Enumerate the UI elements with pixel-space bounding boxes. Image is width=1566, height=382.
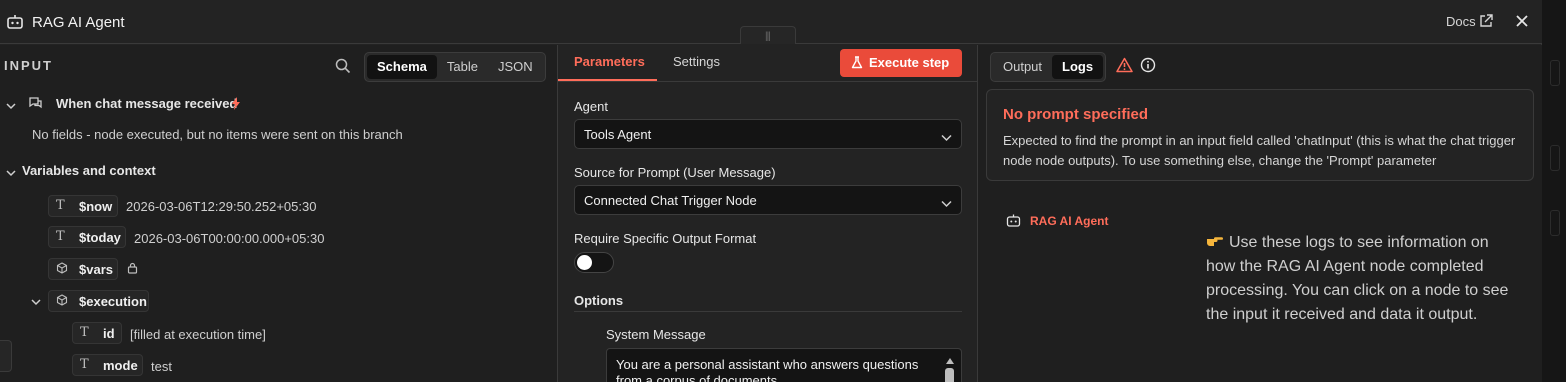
output-format-label: Require Specific Output Format: [574, 231, 757, 246]
tab-settings[interactable]: Settings: [673, 54, 720, 69]
logs-hint: Use these logs to see information on how…: [1206, 231, 1516, 327]
var-today-value: 2026-03-06T00:00:00.000+05:30: [134, 231, 325, 246]
trigger-empty-note: No fields - node executed, but no items …: [32, 127, 403, 142]
agent-label: Agent: [574, 99, 608, 114]
panel-collapse-handle[interactable]: [0, 340, 12, 372]
scroll-up-icon[interactable]: [945, 353, 955, 368]
lock-icon: [127, 262, 138, 277]
input-view-switcher: Schema Table JSON: [364, 52, 546, 82]
var-mode-name: mode: [103, 358, 138, 373]
var-execution-pill[interactable]: $execution: [48, 290, 149, 312]
text-type-icon: T: [56, 229, 65, 244]
agent-select-value: Tools Agent: [584, 127, 652, 142]
cube-icon: [56, 262, 68, 278]
close-icon[interactable]: [1515, 14, 1529, 31]
canvas-control: [1550, 60, 1560, 86]
var-mode-pill[interactable]: T mode: [72, 354, 143, 376]
tab-output[interactable]: Output: [993, 55, 1052, 79]
var-now-name: $now: [79, 199, 113, 214]
logs-hint-text: Use these logs to see information on how…: [1206, 234, 1509, 323]
agent-select[interactable]: Tools Agent: [574, 119, 962, 149]
output-format-toggle[interactable]: [574, 252, 614, 273]
text-type-icon: T: [80, 357, 89, 372]
tab-parameters[interactable]: Parameters: [574, 54, 645, 69]
bolt-icon: [231, 97, 241, 113]
search-icon[interactable]: [335, 58, 351, 77]
var-execution-name: $execution: [79, 294, 147, 309]
var-now-pill[interactable]: T $now: [48, 195, 118, 217]
log-tree-node[interactable]: RAG AI Agent: [1030, 214, 1108, 228]
execute-step-label: Execute step: [869, 55, 950, 70]
parameters-tabs: Parameters Settings Execute step: [558, 45, 978, 82]
variables-context-title[interactable]: Variables and context: [22, 163, 156, 178]
input-panel: INPUT Schema Table JSON When chat messag…: [0, 45, 557, 382]
input-panel-title: INPUT: [4, 58, 53, 73]
robot-icon: [6, 14, 24, 33]
var-vars-pill[interactable]: $vars: [48, 258, 118, 280]
background-canvas-strip: [1542, 0, 1566, 382]
chevron-down-icon: [941, 130, 952, 145]
prompt-source-label: Source for Prompt (User Message): [574, 165, 776, 180]
error-message: Expected to find the prompt in an input …: [1003, 133, 1516, 168]
tab-table[interactable]: Table: [437, 55, 488, 79]
chat-icon: [28, 96, 43, 114]
cube-icon: [56, 294, 68, 310]
modal-title: RAG AI Agent: [32, 14, 125, 31]
parameters-panel: Parameters Settings Execute step Agent T…: [557, 45, 978, 382]
output-panel: Output Logs No prompt specified Expected…: [978, 45, 1542, 382]
warning-icon[interactable]: [1116, 57, 1133, 76]
system-message-label: System Message: [606, 327, 706, 342]
error-callout: No prompt specified Expected to find the…: [986, 89, 1534, 181]
var-today-pill[interactable]: T $today: [48, 226, 126, 248]
trigger-node-name[interactable]: When chat message received: [56, 96, 237, 111]
var-vars-name: $vars: [79, 262, 113, 277]
chevron-down-icon[interactable]: [6, 166, 16, 181]
pointing-hand-icon: [1206, 231, 1224, 255]
canvas-control: [1550, 145, 1560, 171]
toggle-knob: [577, 255, 592, 270]
info-icon[interactable]: [1140, 57, 1156, 76]
var-today-name: $today: [79, 230, 121, 245]
text-type-icon: T: [80, 325, 89, 340]
var-id-pill[interactable]: T id: [72, 322, 122, 344]
error-title: No prompt specified: [1003, 106, 1149, 123]
execute-step-button[interactable]: Execute step: [840, 49, 962, 77]
system-message-input[interactable]: You are a personal assistant who answers…: [606, 348, 962, 382]
output-view-switcher: Output Logs: [990, 52, 1107, 82]
docs-link[interactable]: Docs: [1446, 14, 1476, 29]
var-id-value: [filled at execution time]: [130, 327, 266, 342]
canvas-control: [1550, 210, 1560, 236]
var-id-name: id: [103, 326, 115, 341]
prompt-source-select[interactable]: Connected Chat Trigger Node: [574, 185, 962, 215]
panel-drag-handle[interactable]: |||: [740, 26, 796, 44]
external-link-icon[interactable]: [1479, 14, 1493, 31]
chevron-down-icon[interactable]: [31, 295, 41, 310]
chevron-down-icon: [941, 196, 952, 211]
robot-icon: [1006, 214, 1021, 230]
scrollbar-thumb[interactable]: [945, 368, 954, 382]
flask-icon: [851, 56, 863, 72]
tab-json[interactable]: JSON: [488, 55, 543, 79]
active-tab-indicator: [558, 79, 657, 81]
chevron-down-icon[interactable]: [6, 99, 16, 114]
tab-logs[interactable]: Logs: [1052, 55, 1104, 79]
prompt-source-value: Connected Chat Trigger Node: [584, 193, 757, 208]
options-divider: [574, 311, 962, 312]
drag-grip-icon: |||: [765, 31, 771, 42]
var-mode-value: test: [151, 359, 172, 374]
system-message-text: You are a personal assistant who answers…: [616, 357, 919, 382]
options-title: Options: [574, 293, 624, 308]
node-details-modal: RAG AI Agent Docs ||| INPUT Schema Table…: [0, 0, 1542, 382]
text-type-icon: T: [56, 198, 65, 213]
var-now-value: 2026-03-06T12:29:50.252+05:30: [126, 199, 317, 214]
tab-schema[interactable]: Schema: [367, 55, 437, 79]
